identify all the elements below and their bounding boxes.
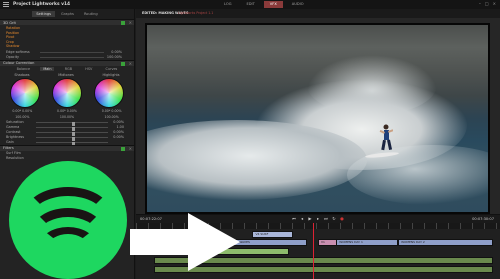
app-window: Project Lightworks v14 LOG EDIT VFX AUDI…	[0, 0, 500, 279]
timeline-clip[interactable]: V4 SURF	[252, 231, 293, 238]
filters-section-header[interactable]: Filters ×	[0, 144, 134, 151]
hue-value[interactable]: 0.00*	[102, 109, 111, 113]
fx-item[interactable]: Shadow	[6, 44, 134, 49]
fx-section-header[interactable]: 3D Grit ×	[0, 19, 134, 25]
fx-section-title: 3D Grit	[3, 20, 16, 25]
slider-value[interactable]: 1.00	[116, 125, 124, 129]
wheel-level[interactable]: 100.00%	[2, 115, 42, 119]
tab-vfx[interactable]: VFX	[263, 1, 283, 8]
fx-list: Rotation Position Pivot Crop Shadow	[0, 25, 134, 50]
tab-settings[interactable]: Settings	[32, 11, 56, 17]
tab-routing[interactable]: Routing	[80, 11, 102, 17]
slider-rail[interactable]	[36, 121, 108, 126]
transport-controls: ⏮ ◂ ▶ ▸ ⏭ ↻ ●	[291, 216, 345, 221]
slider-label: Gain	[6, 140, 14, 145]
wheel-label: Midtones	[58, 72, 74, 77]
slider-label: Saturation	[6, 120, 24, 125]
remove-icon[interactable]: ×	[129, 146, 132, 151]
slider-value[interactable]: 0.00%	[113, 120, 124, 124]
remove-icon[interactable]: ×	[129, 61, 132, 66]
step-back-icon[interactable]: ◂	[299, 216, 305, 221]
param-slider[interactable]	[40, 56, 104, 58]
wheel-label: Highlights	[102, 72, 120, 77]
wheel-level[interactable]: 100.00%	[47, 115, 87, 119]
room-tabs: LOG EDIT VFX AUDIO	[218, 1, 310, 8]
highlights-colour-wheel[interactable]	[94, 77, 124, 108]
slider-label: Brightness	[6, 135, 25, 140]
subtab-rgb[interactable]: RGB	[62, 67, 75, 71]
timeline-clip[interactable]: WOMENS DAY 1	[336, 239, 399, 246]
arrow-right-icon	[130, 213, 240, 271]
slider-label: Gamma	[6, 125, 20, 130]
param-value[interactable]: 100.00%	[107, 55, 122, 59]
viewer-header: EDITED: MAKING WAVES Lightworks Project …	[136, 9, 500, 18]
panel-tabs: Settings Graphs Routing	[0, 9, 134, 19]
surfer-figure	[379, 124, 393, 151]
subtab-main[interactable]: Main	[40, 66, 55, 71]
minimize-icon[interactable]: –	[479, 1, 481, 6]
wheel-value[interactable]: 0.00* 0.00%	[92, 109, 132, 113]
skip-back-icon[interactable]: ⏮	[291, 216, 297, 221]
wheel-value[interactable]: 0.00* 0.00%	[47, 109, 87, 113]
slider-rail[interactable]	[36, 136, 108, 141]
param-label: Edge softness	[6, 50, 30, 55]
midtones-colour-wheel[interactable]	[52, 77, 82, 108]
enable-toggle[interactable]	[121, 21, 125, 25]
sat-value[interactable]: 0.00%	[111, 109, 121, 113]
shadows-colour-wheel[interactable]	[10, 77, 40, 108]
record-icon[interactable]: ●	[339, 216, 345, 221]
param-label: Opacity	[6, 55, 20, 60]
colour-section-header[interactable]: Colour Correction ×	[0, 59, 134, 66]
enable-toggle[interactable]	[121, 146, 125, 151]
tab-log[interactable]: LOG	[218, 1, 238, 8]
title-bar: Project Lightworks v14 LOG EDIT VFX AUDI…	[0, 0, 500, 9]
param-value[interactable]: 0.00%	[111, 50, 122, 54]
tab-graphs[interactable]: Graphs	[57, 11, 78, 17]
project-title[interactable]: Project Lightworks v14	[0, 2, 70, 7]
colour-wheels	[0, 77, 134, 108]
wheel-level[interactable]: 100.00%	[92, 115, 132, 119]
playhead[interactable]	[313, 223, 314, 279]
slider-rail[interactable]	[36, 131, 108, 136]
colour-section-title: Colour Correction	[3, 61, 35, 66]
subtab-curves[interactable]: Curves	[103, 67, 121, 71]
viewer-subtitle: Lightworks Project 1.1	[178, 11, 214, 15]
slider-value[interactable]: 0.00%	[113, 130, 124, 134]
menu-icon[interactable]	[3, 2, 9, 7]
video-viewer[interactable]	[136, 18, 500, 214]
spotify-logo	[9, 161, 127, 279]
slider-label: Contrast	[6, 130, 21, 135]
wheel-label: Shadows	[14, 72, 30, 77]
slider-value[interactable]: 0.00%	[113, 135, 124, 139]
timecode-end[interactable]: 00:07:30:07	[472, 217, 494, 221]
tab-edit[interactable]: EDIT	[241, 1, 261, 8]
skip-forward-icon[interactable]: ⏭	[323, 216, 329, 221]
enable-toggle[interactable]	[121, 61, 125, 66]
timeline-clip[interactable]: WOMENS DAY 2	[398, 239, 493, 246]
sat-value[interactable]: 0.00%	[22, 109, 32, 113]
slider-rail[interactable]	[36, 141, 108, 146]
tab-audio[interactable]: AUDIO	[286, 1, 310, 8]
slider-rail[interactable]	[36, 126, 108, 131]
maximize-icon[interactable]: □	[485, 1, 489, 6]
subtab-balance[interactable]: Balance	[14, 67, 34, 71]
video-frame[interactable]	[145, 23, 490, 214]
param-slider[interactable]	[40, 51, 104, 53]
play-icon[interactable]: ▶	[307, 216, 313, 221]
sat-value[interactable]: 0.00%	[67, 109, 77, 113]
hue-value[interactable]: 0.00*	[12, 109, 21, 113]
window-controls: – □ ×	[479, 1, 496, 6]
loop-icon[interactable]: ↻	[331, 216, 337, 221]
remove-icon[interactable]: ×	[129, 20, 132, 25]
wheel-value[interactable]: 0.00* 0.00%	[2, 109, 42, 113]
hue-value[interactable]: 0.00*	[57, 109, 66, 113]
logo-arc	[39, 227, 97, 267]
close-icon[interactable]: ×	[493, 1, 496, 6]
filters-section-title: Filters	[3, 146, 14, 151]
step-forward-icon[interactable]: ▸	[315, 216, 321, 221]
subtab-hsv[interactable]: HSV	[82, 67, 95, 71]
